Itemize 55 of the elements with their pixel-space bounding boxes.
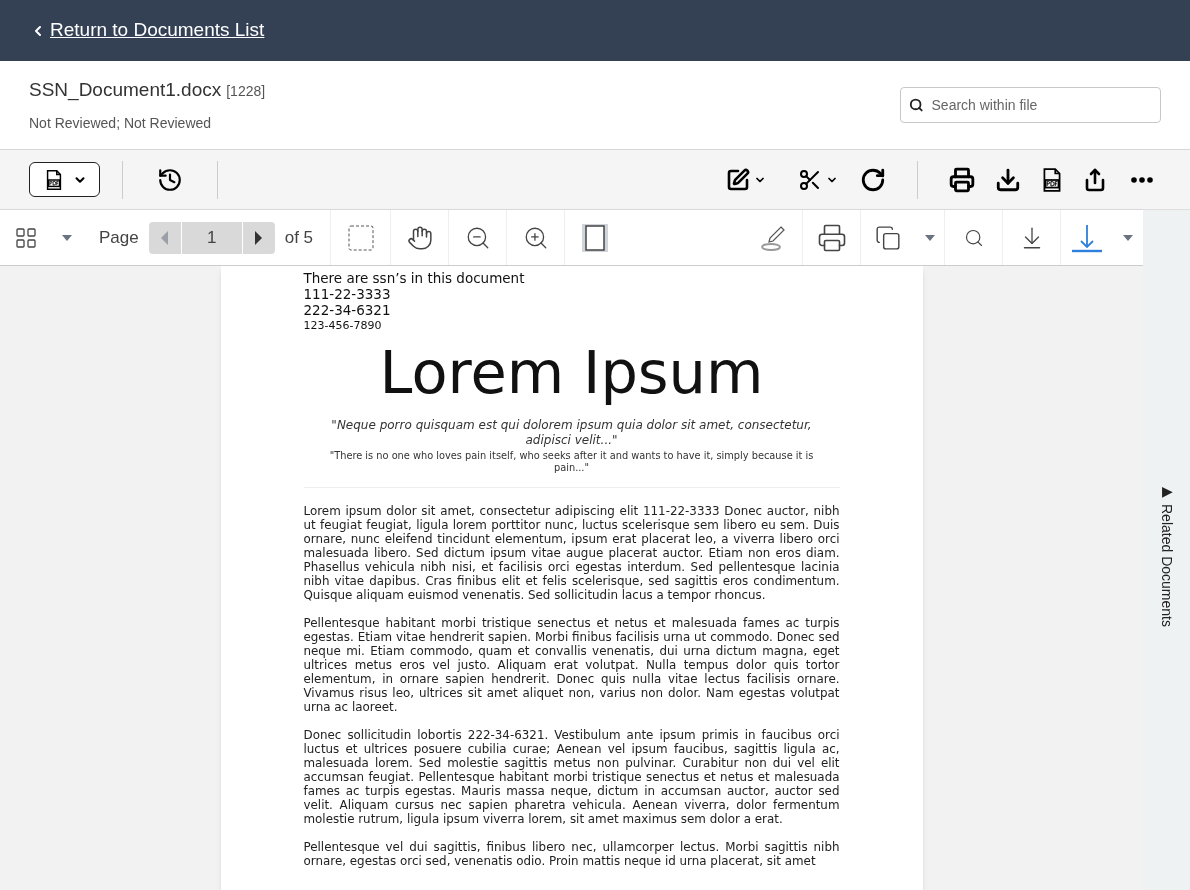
document-text: 222-34-6321 <box>303 302 392 318</box>
edit-button[interactable] <box>726 167 766 192</box>
share-button[interactable] <box>1083 167 1107 192</box>
arrow-right-icon: ▶ <box>1156 483 1177 499</box>
page-total: of 5 <box>284 226 314 249</box>
review-status: Not Reviewed; Not Reviewed <box>29 113 213 133</box>
document-paragraph: Lorem ipsum dolor sit amet, consectetur adipiscing elit 111-22-3333 Donec auctor, nibh ut feugiat feugiat, ligula lorem porttitor nunc, luctus scelerisque sem libero eu sem. Duis ornare, nunc eleifend tincidunt elementum, ipsum erat placerat leo, a viverra libero orci malesuada libero. Sed dictum ipsum vitae augue placerat auctor. Etiam non eros diam. Phasellus vehicula nibh nisi, et facilisis orci egestas interdum. Sed pellentesque lacinia nibh vitae dapibus. Cras finibus elit et felis scelerisque, sed sagittis eros condimentum. Quisque aliquam euismod venenatis. Sed sollicitudin lacus a tempor rhoncus. <box>303 504 840 602</box>
triangle-right-icon <box>255 230 263 245</box>
download-button[interactable] <box>995 166 1021 193</box>
share-icon <box>1083 167 1107 192</box>
document-paragraph: Pellentesque habitant morbi tristique senectus et netus et malesuada fames ac turpis egestas. Etiam vitae hendrerit sapien. Morbi finibus facilisis urna ut commodo. Donec sed neque mi. Etiam commodo, quam et convallis venenatis, dui urna dictum magna, eget ultrices metus eros vel justo. Aliquam erat volutpat. Nulla tempus dolor quis tortor elementum, in ornare sapien hendrerit. Donec quis nulla vitae lectus facilisis ornare. Vivamus risus leo, ultrices sit amet aliquet non, varius non dolor. Nam egestas volutpat urna ac laoreet. <box>303 616 840 714</box>
caret-icon <box>62 234 72 241</box>
triangle-left-icon <box>161 230 169 245</box>
page-panel-icon <box>581 223 608 252</box>
dashed-square-icon <box>347 224 374 251</box>
document-quote: "There is no one who loves pain itself, who seeks after it and wants to have it, simply because it is pain..." <box>328 450 815 474</box>
document-paragraph: Donec sollicitudin lobortis 222-34-6321. Vestibulum ante ipsum primis in faucibus orci luctus et ultrices posuere cubilia curae; Aenean vel ipsum faucibus, sagittis ligula ac, malesuada lorem. Sed molestie sagittis metus non pulvinar. Curabitur non dui vel elit accumsan feugiat. Pellentesque habitant morbi tristique senectus et netus et malesuada fames ac turpis egestas. Mauris massa neque, dictum in accumsan auctor, auctor sed velit. Aliquam cursus nec sapien pharetra vehicula. Aenean viverra, dolor fermentum molestie rutrum, ligula ipsum viverra lorem, sit amet maximus sem dolor a erat. <box>303 728 840 826</box>
copy-icon <box>875 224 901 251</box>
search-icon <box>963 227 984 248</box>
file-name: SSN_Document1.docx <box>29 78 222 103</box>
document-paragraph: Pellentesque vel dui sagittis, finibus libero nec, ullamcorper lectus. Morbi sagittis nibh ornare, egestas orci sed, venenatis odio. Proin mattis neque id urna placerat, sit amet <box>303 840 840 868</box>
related-documents-label: Related Documents <box>1158 504 1176 627</box>
history-icon <box>157 166 183 193</box>
document-text: 123-456-7890 <box>303 318 383 334</box>
refresh-button[interactable] <box>860 166 886 193</box>
more-button[interactable] <box>1131 176 1153 183</box>
redact-button[interactable] <box>798 167 838 192</box>
pen-icon <box>760 224 787 251</box>
hand-icon <box>406 224 433 251</box>
download-icon <box>1071 222 1103 253</box>
page-label: Page <box>99 226 139 249</box>
caret-icon <box>1123 234 1133 241</box>
grid-icon <box>14 225 38 250</box>
more-icon <box>1131 176 1153 183</box>
page-number-field[interactable]: 1 <box>181 221 242 254</box>
file-id: [1228] <box>226 82 266 102</box>
print-button[interactable] <box>949 166 975 193</box>
search-icon <box>909 97 924 113</box>
scissors-icon <box>798 167 822 192</box>
printer-icon <box>949 166 975 193</box>
document-title: Lorem Ipsum <box>378 338 765 408</box>
document-text: There are ssn’s in this document <box>303 270 526 286</box>
search-input[interactable]: Search within file <box>931 94 1152 116</box>
refresh-icon <box>860 166 886 193</box>
previous-page-button[interactable] <box>148 221 181 254</box>
export-pdf-button[interactable] <box>29 162 100 197</box>
edit-icon <box>726 167 750 192</box>
back-link[interactable]: Return to Documents List <box>30 16 265 45</box>
document-text: 111-22-3333 <box>303 286 392 302</box>
caret-icon <box>924 234 935 241</box>
next-page-button[interactable] <box>242 221 275 254</box>
download-icon <box>995 166 1021 193</box>
printer-icon <box>816 222 847 253</box>
document-quote: "Neque porro quisquam est qui dolorem ipsum quia dolor sit amet, consectetur, adipisci velit..." <box>330 418 813 448</box>
search-field[interactable]: Search within file <box>900 87 1161 123</box>
